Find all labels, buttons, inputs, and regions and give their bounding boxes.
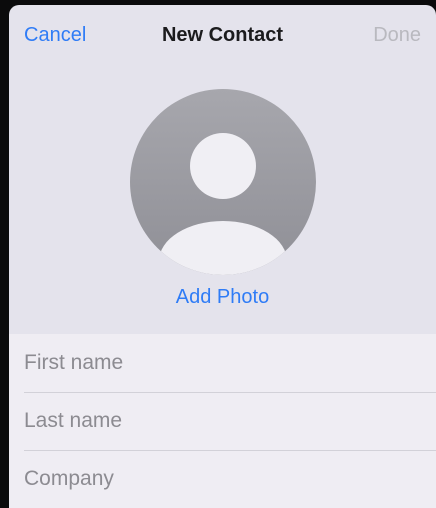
contact-form (9, 334, 436, 508)
first-name-field[interactable] (24, 334, 424, 392)
new-contact-sheet: Cancel New Contact Done Add Photo (9, 5, 436, 508)
person-silhouette-icon (159, 133, 287, 275)
company-field[interactable] (24, 450, 424, 508)
add-photo-button[interactable]: Add Photo (9, 286, 436, 309)
last-name-row (9, 392, 436, 450)
company-row (9, 450, 436, 508)
contact-avatar[interactable] (130, 89, 316, 275)
last-name-field[interactable] (24, 392, 424, 450)
first-name-row (9, 334, 436, 392)
page-title: New Contact (161, 24, 284, 46)
navigation-bar: Cancel New Contact Done (9, 5, 436, 69)
done-button[interactable]: Done (373, 24, 421, 47)
